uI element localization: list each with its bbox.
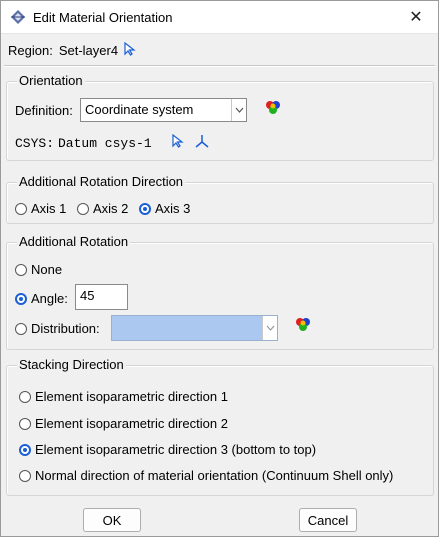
definition-label: Definition:	[15, 103, 73, 118]
datum-csys-icon[interactable]	[194, 133, 210, 152]
axis2-label: Axis 2	[93, 201, 129, 216]
csys-value: Datum csys-1	[58, 136, 152, 151]
definition-value: Coordinate system	[85, 102, 194, 117]
stacking-option-2-label: Element isoparametric direction 2	[35, 416, 228, 431]
axis3-label: Axis 3	[155, 201, 191, 216]
angle-input[interactable]: 45	[75, 284, 128, 310]
edit-material-orientation-dialog: Edit Material Orientation ✕ Region: Set-…	[0, 0, 439, 537]
chevron-down-icon	[231, 99, 246, 121]
close-button[interactable]: ✕	[394, 1, 438, 33]
rotation-direction-group: Additional Rotation Direction Axis 1 Axi…	[6, 174, 434, 224]
distribution-select[interactable]	[111, 315, 278, 341]
rotation-distribution-radio[interactable]: Distribution:	[15, 321, 100, 336]
rotation-none-radio[interactable]: None	[15, 262, 62, 277]
stacking-option-1-radio[interactable]	[19, 390, 31, 403]
rotation-none-label: None	[31, 262, 63, 277]
stacking-option-1[interactable]: Element isoparametric direction 1	[19, 389, 228, 404]
axis1-radio[interactable]: Axis 1	[15, 201, 66, 216]
stacking-option-3-radio[interactable]	[19, 443, 31, 456]
stacking-group: Stacking Direction Element isoparametric…	[6, 357, 434, 496]
axis2-radio-button[interactable]	[77, 202, 89, 215]
chevron-down-icon	[262, 316, 277, 340]
stacking-option-3[interactable]: Element isoparametric direction 3 (botto…	[19, 442, 316, 457]
axis3-radio[interactable]: Axis 3	[139, 201, 190, 216]
stacking-option-2-radio[interactable]	[19, 417, 31, 430]
ok-button[interactable]: OK	[83, 508, 141, 532]
rotation-angle-label: Angle:	[31, 291, 68, 306]
rotation-group-title: Additional Rotation	[17, 234, 131, 249]
rotation-distribution-label: Distribution:	[31, 321, 100, 336]
axis1-label: Axis 1	[31, 201, 67, 216]
separator	[4, 65, 435, 67]
stacking-option-4-radio[interactable]	[19, 469, 31, 482]
select-region-arrow-icon[interactable]	[124, 41, 136, 59]
axis2-radio[interactable]: Axis 2	[77, 201, 128, 216]
axis3-radio-button[interactable]	[139, 202, 151, 215]
app-icon	[10, 9, 26, 25]
stacking-group-title: Stacking Direction	[17, 357, 126, 372]
rotation-angle-radio-button[interactable]	[15, 292, 27, 305]
stacking-option-4[interactable]: Normal direction of material orientation…	[19, 468, 393, 483]
region-row: Region: Set-layer4	[8, 41, 136, 59]
title-bar: Edit Material Orientation ✕	[1, 1, 438, 34]
axis1-radio-button[interactable]	[15, 202, 27, 215]
stacking-option-4-label: Normal direction of material orientation…	[35, 468, 394, 483]
rotation-distribution-radio-button[interactable]	[15, 322, 27, 335]
rotation-group: Additional Rotation None Angle: 45 Distr…	[6, 234, 434, 350]
csys-label: CSYS:	[15, 136, 55, 151]
colored-cube-icon[interactable]	[295, 317, 311, 334]
stacking-option-3-label: Element isoparametric direction 3 (botto…	[35, 442, 317, 457]
region-value: Set-layer4	[58, 43, 119, 58]
rotation-direction-group-title: Additional Rotation Direction	[17, 174, 186, 189]
stacking-option-2[interactable]: Element isoparametric direction 2	[19, 416, 228, 431]
cancel-button[interactable]: Cancel	[299, 508, 357, 532]
orientation-group-title: Orientation	[17, 73, 85, 88]
definition-select[interactable]: Coordinate system	[80, 98, 247, 122]
rotation-none-radio-button[interactable]	[15, 263, 27, 276]
rotation-angle-radio[interactable]: Angle:	[15, 291, 68, 306]
colored-cube-icon[interactable]	[265, 100, 281, 117]
region-label: Region:	[8, 43, 53, 58]
orientation-group: Orientation Definition: Coordinate syste…	[6, 73, 434, 161]
select-csys-arrow-icon[interactable]	[172, 133, 184, 151]
stacking-option-1-label: Element isoparametric direction 1	[35, 389, 228, 404]
window-title: Edit Material Orientation	[33, 10, 173, 25]
